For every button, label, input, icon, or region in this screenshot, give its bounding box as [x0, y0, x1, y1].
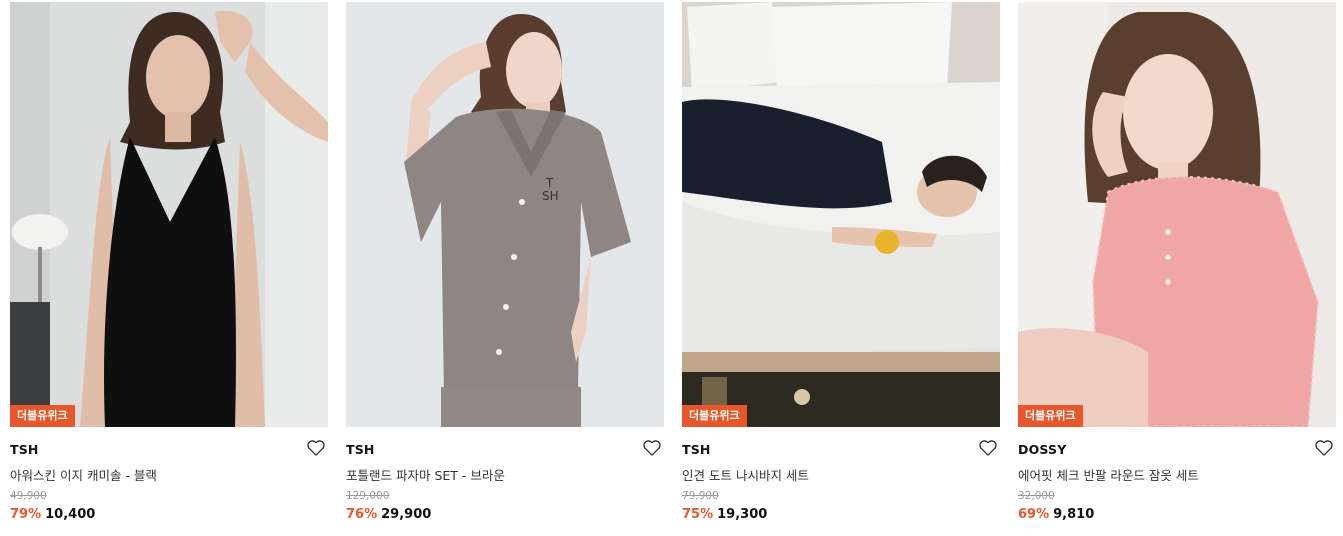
product-image — [10, 2, 328, 427]
sale-price: 29,900 — [381, 507, 432, 522]
heart-outline-icon[interactable] — [1314, 438, 1334, 458]
heart-outline-icon[interactable] — [642, 438, 662, 458]
heart-outline-icon[interactable] — [978, 438, 998, 458]
brand-name[interactable]: DOSSY — [1018, 442, 1067, 457]
product-grid: 더블유위크 TSH 아워스킨 이지 캐미솔 - 블랙 49,900 79% 10,… — [0, 0, 1343, 536]
product-image — [1018, 2, 1336, 427]
product-image: T SH — [346, 2, 664, 427]
product-name[interactable]: 아워스킨 이지 캐미솔 - 블랙 — [10, 465, 157, 484]
heart-outline-icon[interactable] — [306, 438, 326, 458]
promo-badge: 더블유위크 — [682, 405, 747, 427]
svg-text:SH: SH — [542, 189, 559, 203]
product-image-link[interactable]: 더블유위크 — [682, 2, 1000, 427]
discount-rate: 69% — [1018, 507, 1050, 522]
price-row: 69% 9,810 — [1018, 507, 1094, 522]
price-row: 76% 29,900 — [346, 507, 431, 522]
svg-text:T: T — [545, 176, 554, 190]
original-price: 129,000 — [346, 490, 390, 502]
product-name[interactable]: 포틀랜드 파자마 SET - 브라운 — [346, 465, 505, 484]
product-card[interactable]: 더블유위크 TSH 인견 도트 나시바지 세트 79,900 75% 19,300 — [682, 2, 1000, 522]
promo-badge: 더블유위크 — [10, 405, 75, 427]
brand-name[interactable]: TSH — [346, 442, 375, 457]
brand-name[interactable]: TSH — [10, 442, 39, 457]
product-card[interactable]: 더블유위크 DOSSY 에어핏 체크 반팔 라운드 잠옷 세트 32,000 6… — [1018, 2, 1336, 522]
price-row: 79% 10,400 — [10, 507, 95, 522]
product-image — [682, 2, 1000, 427]
sale-price: 19,300 — [717, 507, 768, 522]
product-image-link[interactable]: T SH — [346, 2, 664, 427]
sale-price: 9,810 — [1053, 507, 1095, 522]
original-price: 79,900 — [682, 490, 719, 502]
discount-rate: 76% — [346, 507, 378, 522]
price-row: 75% 19,300 — [682, 507, 767, 522]
promo-badge: 더블유위크 — [1018, 405, 1083, 427]
product-name[interactable]: 인견 도트 나시바지 세트 — [682, 465, 809, 484]
original-price: 49,900 — [10, 490, 47, 502]
product-card[interactable]: T SH TSH 포틀랜드 파자마 SET - 브라운 129,000 76% 2… — [346, 2, 664, 522]
product-image-link[interactable]: 더블유위크 — [1018, 2, 1336, 427]
discount-rate: 79% — [10, 507, 42, 522]
product-name[interactable]: 에어핏 체크 반팔 라운드 잠옷 세트 — [1018, 465, 1199, 484]
product-card[interactable]: 더블유위크 TSH 아워스킨 이지 캐미솔 - 블랙 49,900 79% 10,… — [10, 2, 328, 522]
brand-name[interactable]: TSH — [682, 442, 711, 457]
sale-price: 10,400 — [45, 507, 96, 522]
product-image-link[interactable]: 더블유위크 — [10, 2, 328, 427]
original-price: 32,000 — [1018, 490, 1055, 502]
discount-rate: 75% — [682, 507, 714, 522]
